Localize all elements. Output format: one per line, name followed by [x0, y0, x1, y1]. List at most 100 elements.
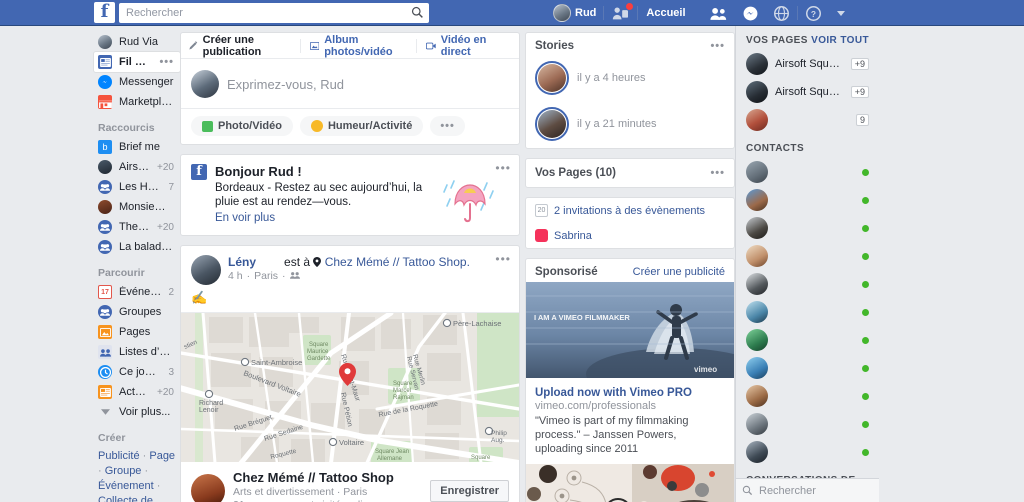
- your-pages-options-button[interactable]: •••: [710, 167, 725, 179]
- invitation-events[interactable]: 20 2 invitations à des évènements: [526, 198, 734, 223]
- photo-video-button[interactable]: Photo/Vidéo: [191, 116, 293, 136]
- post-options-button[interactable]: •••: [495, 161, 511, 175]
- sidebar-item-von-tiki[interactable]: Monsieur Von Tiki: [94, 197, 180, 217]
- contact-row[interactable]: [736, 186, 879, 214]
- create-link-ad[interactable]: Publicité: [98, 450, 140, 462]
- contact-row[interactable]: [736, 270, 879, 298]
- nav-right-group: Rud Accueil ?: [550, 0, 853, 26]
- globe-notifications-icon[interactable]: [766, 5, 797, 21]
- sidebar-item-events[interactable]: 17 Événements 2: [94, 282, 180, 302]
- create-link-group[interactable]: Groupe: [105, 465, 142, 477]
- svg-text:Rajman: Rajman: [393, 395, 414, 401]
- contact-row[interactable]: [736, 298, 879, 326]
- composer-input-row[interactable]: Exprimez-vous, Rud: [181, 59, 519, 108]
- ad-title[interactable]: Upload now with Vimeo PRO: [535, 387, 692, 399]
- save-button[interactable]: Enregistrer: [430, 479, 509, 502]
- sidebar-item-label: Pages: [119, 326, 151, 338]
- sidebar-item-label: Marketplace: [119, 96, 174, 108]
- nav-profile-button[interactable]: Rud: [550, 1, 603, 25]
- sidebar-item-brief-me[interactable]: b Brief me: [94, 137, 180, 157]
- avatar[interactable]: [191, 255, 221, 285]
- facebook-logo-icon[interactable]: f: [94, 2, 115, 23]
- sidebar-item-profile[interactable]: Rud Via: [94, 32, 180, 52]
- invitation-page[interactable]: Sabrina: [526, 223, 734, 248]
- tab-photo-album[interactable]: Album photos/vidéo: [301, 34, 416, 58]
- news-feed-options[interactable]: •••: [159, 56, 174, 68]
- contact-row[interactable]: [736, 214, 879, 242]
- post-author-link[interactable]: Lény: [228, 255, 256, 269]
- left-sidebar: Rud Via Fil d’actualité ••• Messenger Ma…: [0, 26, 180, 502]
- place-photo[interactable]: [191, 473, 225, 502]
- sidebar-item-label: The R.O.I Method...: [119, 221, 150, 233]
- contact-row[interactable]: [736, 158, 879, 186]
- chat-search-input[interactable]: [759, 484, 879, 497]
- search-input[interactable]: [119, 3, 399, 22]
- ad-description: "Vimeo is part of my filmmaking process.…: [535, 415, 689, 455]
- ad-text-block: Upload now with Vimeo PRO vimeo.com/prof…: [526, 378, 734, 464]
- messenger-icon[interactable]: [735, 6, 766, 21]
- sidebar-item-pages[interactable]: Pages: [94, 322, 180, 342]
- sidebar-item-pages-feed[interactable]: Actualité des Pages +20: [94, 382, 180, 402]
- chat-page-row[interactable]: Airsoft Squared Scen... +9: [736, 78, 879, 106]
- story-item[interactable]: il y a 4 heures: [526, 56, 734, 102]
- avatar: [191, 70, 219, 98]
- sidebar-item-roi-method[interactable]: The R.O.I Method... +20: [94, 217, 180, 237]
- online-indicator: [862, 364, 869, 372]
- sidebar-item-messenger[interactable]: Messenger: [94, 72, 180, 92]
- sidebar-see-more[interactable]: Voir plus...: [94, 402, 180, 422]
- contact-row[interactable]: [736, 410, 879, 438]
- composer-more-button[interactable]: •••: [430, 116, 465, 136]
- search-icon[interactable]: [409, 5, 425, 21]
- account-menu-button[interactable]: [829, 10, 853, 16]
- help-icon[interactable]: ?: [798, 5, 829, 21]
- post-byline: Lény est à Chez Mémé // Tattoo Shop.: [228, 255, 509, 269]
- create-ad-link[interactable]: Créer une publicité: [633, 266, 725, 278]
- post-time[interactable]: 4 h: [228, 270, 243, 282]
- invitation-label[interactable]: Sabrina: [554, 230, 592, 242]
- chat-page-row[interactable]: 9: [736, 106, 879, 134]
- your-pages-row[interactable]: Vos Pages (10) •••: [526, 159, 734, 187]
- avatar: [98, 35, 112, 49]
- stories-options-button[interactable]: •••: [710, 40, 725, 52]
- create-link-fundraiser[interactable]: Collecte de fonds: [98, 495, 153, 502]
- story-item[interactable]: il y a 21 minutes: [526, 102, 734, 148]
- checkin-map[interactable]: Père-Lachaise Saint-Ambroise Richard Leno…: [181, 312, 519, 462]
- ad-image[interactable]: I AM A VIMEO FILMMAKER vimeo: [526, 282, 734, 378]
- sidebar-item-friend-lists[interactable]: Listes d’amis: [94, 342, 180, 362]
- tab-live-video[interactable]: Vidéo en direct: [417, 34, 511, 58]
- avatar: [746, 161, 768, 183]
- sidebar-item-happypreneurs[interactable]: Les Happypreneur... 7: [94, 177, 180, 197]
- sidebar-item-on-this-day[interactable]: Ce jour-là 3: [94, 362, 180, 382]
- news-feed-column: Créer une publication Album photos/vidéo…: [180, 26, 520, 502]
- contact-row[interactable]: [736, 242, 879, 270]
- friend-requests-button[interactable]: [604, 1, 637, 25]
- weather-post-see-more[interactable]: En voir plus: [215, 212, 439, 224]
- sidebar-item-groups[interactable]: Groupes: [94, 302, 180, 322]
- post-place-link[interactable]: Chez Mémé // Tattoo Shop.: [325, 255, 470, 269]
- contact-row[interactable]: [736, 326, 879, 354]
- contact-row[interactable]: [736, 354, 879, 382]
- ad-image-secondary[interactable]: [526, 464, 734, 502]
- place-name[interactable]: Chez Mémé // Tattoo Shop: [233, 470, 422, 485]
- search-icon[interactable]: [742, 485, 753, 496]
- friends-icon[interactable]: [702, 7, 735, 20]
- sidebar-item-news-feed[interactable]: Fil d’actualité •••: [94, 52, 180, 72]
- create-link-event[interactable]: Événement: [98, 480, 154, 492]
- tab-create-post[interactable]: Créer une publication: [189, 34, 300, 58]
- create-link-page[interactable]: Page: [149, 450, 175, 462]
- sidebar-item-airsoft[interactable]: Airsoft +20: [94, 157, 180, 177]
- see-all-pages-link[interactable]: VOIR TOUT: [811, 35, 869, 46]
- contact-row[interactable]: [736, 382, 879, 410]
- invitation-label[interactable]: 2 invitations à des évènements: [554, 205, 705, 217]
- sidebar-item-balade-pique-nique[interactable]: La balade/pique-ni...: [94, 237, 180, 257]
- home-link[interactable]: Accueil: [638, 1, 693, 25]
- svg-text:Père-Lachaise: Père-Lachaise: [453, 319, 501, 328]
- post-options-button[interactable]: •••: [495, 252, 511, 266]
- post-city[interactable]: Paris: [254, 270, 278, 282]
- mood-activity-button[interactable]: Humeur/Activité: [299, 116, 424, 136]
- avatar: [746, 109, 768, 131]
- sidebar-item-marketplace[interactable]: Marketplace: [94, 92, 180, 112]
- chat-page-row[interactable]: Airsoft Squared +9: [736, 50, 879, 78]
- contact-row[interactable]: [736, 438, 879, 466]
- friends-audience-icon[interactable]: [289, 270, 300, 282]
